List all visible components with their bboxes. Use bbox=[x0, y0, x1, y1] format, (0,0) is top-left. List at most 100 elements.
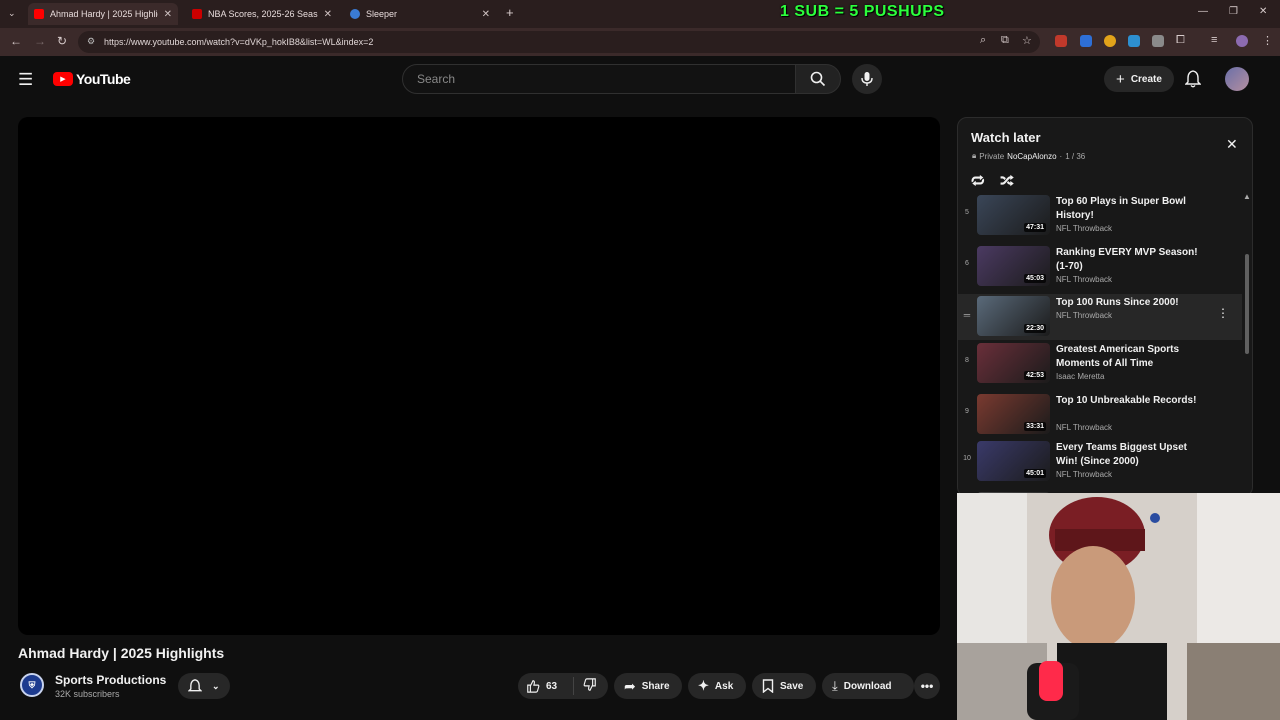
bell-icon bbox=[1184, 70, 1202, 88]
reading-list-icon[interactable]: ≡ bbox=[1211, 34, 1217, 46]
ask-button[interactable]: ✦ Ask bbox=[688, 673, 746, 699]
extension-icon[interactable] bbox=[1104, 35, 1116, 47]
reload-icon[interactable]: ↻ bbox=[57, 34, 67, 48]
playlist-item-thumbnail[interactable]: 47:31 bbox=[977, 195, 1050, 235]
create-button[interactable]: + Create bbox=[1104, 66, 1174, 92]
hamburger-menu-icon[interactable]: ☰ bbox=[18, 70, 33, 90]
loop-icon[interactable]: 🔁︎ bbox=[971, 170, 985, 191]
playlist-item-thumbnail[interactable]: 45:01 bbox=[977, 441, 1050, 481]
shuffle-icon[interactable]: 🔀︎ bbox=[1000, 170, 1014, 191]
extension-icon[interactable] bbox=[1080, 35, 1092, 47]
subscriber-count: 32K subscribers bbox=[55, 689, 120, 699]
search-input[interactable]: Search bbox=[402, 64, 796, 94]
playlist-item-title[interactable]: Greatest American Sports Moments of All … bbox=[1056, 343, 1206, 371]
playlist-item-channel: NFL Throwback bbox=[1056, 311, 1113, 320]
streamer-webcam-image bbox=[957, 493, 1280, 720]
video-duration: 47:31 bbox=[1024, 223, 1046, 232]
playlist-item[interactable]: 5 47:31 Top 60 Plays in Super Bowl History… bbox=[958, 193, 1242, 239]
playlist-item-channel: NFL Throwback bbox=[1056, 224, 1113, 233]
playlist-item[interactable]: 10 45:01 Every Teams Biggest Upset Win! (S… bbox=[958, 439, 1242, 485]
search-icon bbox=[810, 71, 826, 87]
tab-sleeper[interactable]: Sleeper ✕ bbox=[344, 3, 496, 25]
playlist-item[interactable]: 6 45:03 Ranking EVERY MVP Season! (1-70) NF… bbox=[958, 244, 1242, 290]
playlist-item[interactable]: 9 33:31 Top 10 Unbreakable Records! NFL Thr… bbox=[958, 392, 1242, 438]
scroll-up-icon[interactable]: ▲ bbox=[1243, 192, 1251, 201]
extension-icon[interactable] bbox=[1055, 35, 1067, 47]
playlist-item-index: 9 bbox=[965, 408, 969, 415]
drag-handle-icon[interactable]: ═ bbox=[961, 310, 973, 320]
tab-title: Ahmad Hardy | 2025 Highlights bbox=[50, 9, 158, 19]
playlist-item-thumbnail[interactable]: 33:31 bbox=[977, 394, 1050, 434]
stream-overlay-banner: 1 SUB = 5 PUSHUPS bbox=[780, 3, 945, 20]
playlist-item-title[interactable]: Every Teams Biggest Upset Win! (Since 20… bbox=[1056, 441, 1206, 469]
address-bar[interactable]: ⚙ https://www.youtube.com/watch?v=dVKp_h… bbox=[78, 31, 1040, 53]
extension-icon[interactable] bbox=[1152, 35, 1164, 47]
url-text: https://www.youtube.com/watch?v=dVKp_hok… bbox=[104, 37, 374, 47]
video-duration: 42:53 bbox=[1024, 371, 1046, 380]
notifications-button[interactable] bbox=[1184, 70, 1202, 93]
microphone-icon bbox=[861, 72, 873, 86]
playlist-meta: 🔒︎ Private NoCapAlonzo · 1 / 36 bbox=[972, 151, 1085, 161]
extensions-puzzle-icon[interactable]: ⧠ bbox=[1176, 34, 1185, 47]
voice-search-button[interactable] bbox=[852, 64, 882, 94]
browser-menu-icon[interactable]: ⋮ bbox=[1262, 34, 1273, 47]
download-button[interactable]: ⤓ Download bbox=[822, 673, 914, 699]
playlist-item-title[interactable]: Top 60 Plays in Super Bowl History! bbox=[1056, 195, 1206, 223]
playlist-scrollbar[interactable] bbox=[1245, 254, 1249, 354]
minimize-icon[interactable]: — bbox=[1198, 6, 1208, 17]
profile-avatar-icon[interactable] bbox=[1236, 35, 1248, 47]
playlist-item[interactable]: ═ 22:30 Top 100 Runs Since 2000! NFL Throwb… bbox=[958, 294, 1242, 340]
playlist-owner[interactable]: NoCapAlonzo bbox=[1007, 152, 1056, 161]
bookmark-star-icon[interactable]: ☆ bbox=[1022, 34, 1032, 47]
close-tab-icon[interactable]: ✕ bbox=[324, 9, 332, 20]
subscribe-bell-button[interactable]: ⌄ bbox=[178, 673, 230, 699]
playlist-item-thumbnail[interactable]: 42:53 bbox=[977, 343, 1050, 383]
playlist-item-title[interactable]: Ranking EVERY MVP Season! (1-70) bbox=[1056, 246, 1206, 274]
tab-youtube[interactable]: Ahmad Hardy | 2025 Highlights ✕ bbox=[28, 3, 178, 25]
playlist-panel: Watch later 🔒︎ Private NoCapAlonzo · 1 /… bbox=[957, 117, 1253, 497]
tab-search-icon[interactable]: ⌄ bbox=[8, 8, 16, 19]
extension-icon[interactable] bbox=[1128, 35, 1140, 47]
tab-title: Sleeper bbox=[366, 9, 398, 19]
account-avatar[interactable] bbox=[1225, 67, 1249, 91]
site-info-icon[interactable]: ⚙ bbox=[87, 36, 95, 47]
close-playlist-icon[interactable]: ✕ bbox=[1226, 136, 1238, 153]
save-button[interactable]: Save bbox=[752, 673, 816, 699]
save-label: Save bbox=[780, 680, 804, 692]
item-menu-icon[interactable]: ⋮ bbox=[1217, 306, 1229, 320]
tab-espn[interactable]: NBA Scores, 2025-26 Season - ESPN ✕ bbox=[186, 3, 338, 25]
browser-tab-bar: ⌄ Ahmad Hardy | 2025 Highlights ✕ NBA Sc… bbox=[0, 0, 1280, 28]
playlist-title[interactable]: Watch later bbox=[971, 130, 1041, 145]
like-button[interactable]: 63 bbox=[518, 677, 574, 695]
sparkle-icon: ✦ bbox=[698, 678, 709, 693]
channel-avatar[interactable]: ⛨ bbox=[20, 673, 44, 697]
playlist-item-channel: NFL Throwback bbox=[1056, 423, 1113, 432]
video-duration: 33:31 bbox=[1024, 422, 1046, 431]
playlist-item-title[interactable]: Top 100 Runs Since 2000! bbox=[1056, 296, 1206, 310]
share-label: Share bbox=[641, 680, 670, 692]
share-button[interactable]: ➦ Share bbox=[614, 673, 682, 699]
close-tab-icon[interactable]: ✕ bbox=[482, 9, 490, 20]
video-player[interactable] bbox=[18, 117, 940, 635]
channel-name[interactable]: Sports Productions bbox=[55, 673, 166, 687]
bookmark-icon bbox=[762, 679, 774, 693]
dislike-button[interactable] bbox=[574, 677, 597, 695]
playlist-item-thumbnail[interactable]: 22:30 bbox=[977, 296, 1050, 336]
more-actions-button[interactable]: ••• bbox=[914, 673, 940, 699]
search-button[interactable] bbox=[795, 64, 841, 94]
playlist-item[interactable]: 8 42:53 Greatest American Sports Moments o… bbox=[958, 341, 1242, 387]
espn-favicon-icon bbox=[192, 9, 202, 19]
close-tab-icon[interactable]: ✕ bbox=[164, 9, 172, 20]
playlist-item-title[interactable]: Top 10 Unbreakable Records! bbox=[1056, 394, 1206, 408]
zoom-icon[interactable]: ⌕ bbox=[980, 34, 986, 47]
back-icon[interactable]: ← bbox=[10, 34, 22, 48]
forward-icon[interactable]: → bbox=[34, 34, 46, 48]
youtube-logo[interactable]: ▶ YouTube bbox=[53, 71, 131, 87]
close-window-icon[interactable]: ✕ bbox=[1259, 6, 1267, 17]
restore-icon[interactable]: ❐ bbox=[1229, 6, 1238, 17]
install-icon[interactable]: ⧉ bbox=[1001, 34, 1009, 47]
playlist-item-thumbnail[interactable]: 45:03 bbox=[977, 246, 1050, 286]
thumbs-down-icon bbox=[583, 677, 596, 691]
ask-label: Ask bbox=[714, 680, 734, 692]
new-tab-icon[interactable]: + bbox=[506, 5, 514, 20]
